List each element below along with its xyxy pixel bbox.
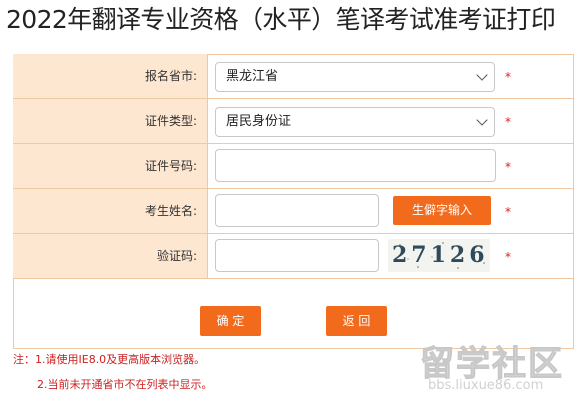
name-input[interactable] <box>215 194 379 227</box>
note-line-1: 注：1.请使用IE8.0及更高版本浏览器。 <box>13 353 206 366</box>
required-mark: * <box>505 250 511 264</box>
chevron-down-icon <box>476 69 488 81</box>
id-number-input[interactable] <box>215 149 496 182</box>
watermark-url: bbs.liuxue86.com <box>428 378 544 393</box>
captcha-text: 27126 <box>392 242 489 268</box>
confirm-button[interactable]: 确 定 <box>200 306 261 336</box>
back-button[interactable]: 返 回 <box>326 306 387 336</box>
required-mark: * <box>505 160 511 174</box>
id-number-label-cell: 证件号码: <box>13 144 208 188</box>
id-type-select-value: 居民身份证 <box>226 114 292 129</box>
required-mark: * <box>505 115 511 129</box>
id-type-label: 证件类型: <box>144 114 197 128</box>
id-type-label-cell: 证件类型: <box>13 99 208 143</box>
id-type-select[interactable]: 居民身份证 <box>215 107 495 137</box>
captcha-input[interactable] <box>215 239 379 272</box>
required-mark: * <box>505 70 511 84</box>
page-title: 2022年翻译专业资格（水平）笔译考试准考证打印 <box>6 5 556 34</box>
province-label: 报名省市: <box>144 69 197 83</box>
note-line-2: 2.当前未开通省市不在列表中显示。 <box>37 378 213 391</box>
captcha-image[interactable]: 27126 <box>388 239 490 272</box>
chevron-down-icon <box>476 114 488 126</box>
required-mark: * <box>505 205 511 219</box>
captcha-label-cell: 验证码: <box>13 234 208 278</box>
province-select[interactable]: 黑龙江省 <box>215 62 495 92</box>
rare-char-input-button[interactable]: 生僻字输入 <box>393 196 491 225</box>
province-select-value: 黑龙江省 <box>226 69 279 84</box>
captcha-label: 验证码: <box>156 249 197 263</box>
name-label-cell: 考生姓名: <box>13 189 208 233</box>
name-label: 考生姓名: <box>144 204 197 218</box>
province-label-cell: 报名省市: <box>13 54 208 98</box>
id-number-label: 证件号码: <box>144 159 197 173</box>
